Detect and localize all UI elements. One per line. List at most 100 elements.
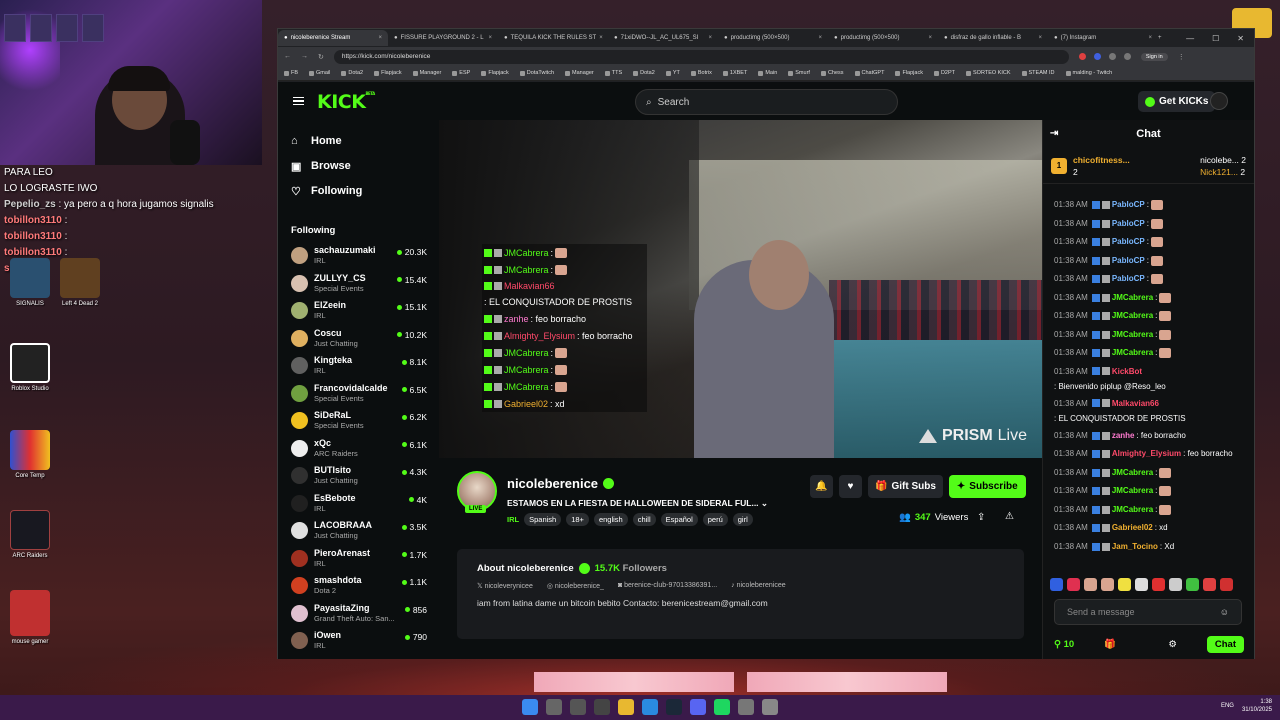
chevron-down-icon[interactable]: ⌄ bbox=[761, 498, 768, 508]
tab-close-icon[interactable]: × bbox=[928, 35, 932, 41]
stream-tag[interactable]: english bbox=[593, 513, 628, 526]
social-discord-link[interactable]: ◙ berenice-club-97013386391... bbox=[618, 582, 717, 590]
share-icon[interactable]: ⇪ bbox=[977, 512, 985, 523]
bookmark-item[interactable]: malding - Twitch bbox=[1065, 70, 1112, 76]
taskbar-app-icon[interactable] bbox=[594, 699, 610, 715]
tab-close-icon[interactable]: × bbox=[488, 35, 492, 41]
chat-username[interactable]: PabloCP bbox=[1112, 196, 1145, 215]
following-channel-item[interactable]: BUTIsito Just Chatting 4.3K bbox=[278, 462, 438, 490]
bookmark-item[interactable]: TTS bbox=[604, 70, 622, 76]
taskbar-folder-icon[interactable] bbox=[618, 699, 634, 715]
bookmark-item[interactable]: Manager bbox=[565, 70, 594, 76]
chat-username[interactable]: Almighty_Elysium bbox=[1112, 445, 1181, 464]
chat-username[interactable]: JMCabrera bbox=[1112, 289, 1153, 308]
stream-tag[interactable]: chill bbox=[632, 513, 656, 526]
back-icon[interactable]: ← bbox=[284, 53, 291, 60]
bookmark-item[interactable]: Flapjack bbox=[374, 70, 402, 76]
following-channel-item[interactable]: EsBebote IRL 4K bbox=[278, 490, 438, 518]
menu-icon[interactable]: ⋮ bbox=[1178, 53, 1185, 61]
desktop-icon-arc-raiders[interactable]: ARC Raiders bbox=[0, 510, 60, 559]
bookmark-item[interactable]: Flapjack bbox=[895, 70, 923, 76]
following-channel-item[interactable]: sachauzumaki IRL 20.3K bbox=[278, 242, 438, 270]
bookmark-item[interactable]: FB bbox=[284, 70, 298, 76]
chat-username[interactable]: PabloCP bbox=[1112, 233, 1145, 252]
tab-close-icon[interactable]: × bbox=[1148, 35, 1152, 41]
chat-username[interactable]: JMCabrera bbox=[1112, 464, 1153, 483]
bookmark-item[interactable]: D2PT bbox=[933, 70, 955, 76]
tab-close-icon[interactable]: × bbox=[378, 35, 382, 41]
taskbar-discord-icon[interactable] bbox=[690, 699, 706, 715]
taskbar-spotify-icon[interactable] bbox=[714, 699, 730, 715]
tab-close-icon[interactable]: × bbox=[818, 35, 822, 41]
chat-username[interactable]: KickBot bbox=[1112, 365, 1142, 378]
following-channel-item[interactable]: PayasitaZing Grand Theft Auto: San... 856 bbox=[278, 600, 438, 628]
nav-browse[interactable]: ▣ Browse bbox=[278, 153, 438, 178]
desktop-icon-left4dead2[interactable]: Left 4 Dead 2 bbox=[50, 258, 110, 307]
category-link[interactable]: IRL bbox=[507, 515, 519, 524]
tab-close-icon[interactable]: × bbox=[1038, 35, 1042, 41]
bookmark-item[interactable]: ChatGPT bbox=[854, 70, 884, 76]
notification-bell-button[interactable]: 🔔 bbox=[810, 475, 833, 498]
following-channel-item[interactable]: smashdota Dota 2 1.1K bbox=[278, 572, 438, 600]
chat-username[interactable]: zanhe bbox=[1112, 427, 1135, 446]
tab-close-icon[interactable]: × bbox=[599, 35, 603, 41]
taskbar-app-icon[interactable] bbox=[570, 699, 586, 715]
nav-home[interactable]: ⌂ Home bbox=[278, 128, 438, 153]
browser-tab[interactable]: ● nicoleberenice Stream × bbox=[278, 30, 388, 46]
bookmark-item[interactable]: Main bbox=[758, 70, 777, 76]
collapse-chat-icon[interactable]: ⇥ bbox=[1050, 128, 1058, 139]
chat-username[interactable]: JMCabrera bbox=[1112, 501, 1153, 520]
social-x-link[interactable]: 𝕏 nicoleverynicee bbox=[477, 582, 533, 590]
chat-username[interactable]: JMCabrera bbox=[1112, 307, 1153, 326]
following-channel-item[interactable]: Kingteka IRL 8.1K bbox=[278, 352, 438, 380]
search-input[interactable]: ⌕ Search bbox=[635, 89, 898, 115]
sign-in-button[interactable]: Sign in bbox=[1140, 52, 1168, 61]
chat-message-input[interactable]: Send a message ☺ bbox=[1054, 599, 1242, 625]
bookmark-item[interactable]: Dota2 bbox=[341, 70, 363, 76]
following-channel-item[interactable]: iOwen IRL 790 bbox=[278, 627, 438, 655]
chat-username[interactable]: Gabrieel02 bbox=[1112, 519, 1153, 538]
maximize-icon[interactable]: ☐ bbox=[1212, 34, 1219, 43]
reload-icon[interactable]: ↻ bbox=[318, 53, 324, 61]
settings-gear-icon[interactable]: ⚙ bbox=[1168, 639, 1177, 650]
browser-tab[interactable]: ● (7) Instagram × bbox=[1048, 30, 1158, 46]
streamer-name[interactable]: nicoleberenice bbox=[507, 476, 615, 491]
desktop-icon-mouse-gamer[interactable]: mouse gamer bbox=[0, 590, 60, 645]
browser-tab[interactable]: ● productimg (500×500) × bbox=[828, 30, 938, 46]
bookmark-item[interactable]: Flapjack bbox=[481, 70, 509, 76]
browser-tab[interactable]: ● productimg (500×500) × bbox=[718, 30, 828, 46]
taskbar-steam-icon[interactable] bbox=[666, 699, 682, 715]
stream-tag[interactable]: 18+ bbox=[566, 513, 589, 526]
language-indicator[interactable]: ENG bbox=[1221, 703, 1234, 709]
bookmark-item[interactable]: Chess bbox=[820, 70, 844, 76]
browser-tab[interactable]: ● TEQUILA KICK THE RULES ST × bbox=[498, 30, 608, 46]
follow-heart-button[interactable]: ♥ bbox=[839, 475, 862, 498]
chat-username[interactable]: Malkavian66 bbox=[1112, 397, 1159, 410]
browser-tab[interactable]: ● 71xiDWO--JL_AC_UL675_SI × bbox=[608, 30, 718, 46]
taskbar-edge-icon[interactable] bbox=[642, 699, 658, 715]
bookmark-item[interactable]: Botrix bbox=[690, 70, 712, 76]
taskbar-app-icon[interactable] bbox=[762, 699, 778, 715]
chat-username[interactable]: PabloCP bbox=[1112, 252, 1145, 271]
taskbar-app-icon[interactable] bbox=[738, 699, 754, 715]
info-panel[interactable] bbox=[534, 672, 734, 692]
chat-username[interactable]: JMCabrera bbox=[1112, 482, 1153, 501]
forward-icon[interactable]: → bbox=[301, 53, 308, 60]
new-tab-icon[interactable]: + bbox=[1158, 35, 1162, 41]
subscribe-button[interactable]: ✦ Subscribe bbox=[948, 475, 1026, 498]
bookmark-item[interactable]: Dota2 bbox=[633, 70, 655, 76]
following-channel-item[interactable]: ZULLYY_CS Special Events 15.4K bbox=[278, 270, 438, 298]
bookmark-item[interactable]: 1XBET bbox=[722, 70, 747, 76]
bookmark-item[interactable]: SORTEO KICK bbox=[966, 70, 1011, 76]
tab-close-icon[interactable]: × bbox=[708, 35, 712, 41]
following-channel-item[interactable]: Coscu Just Chatting 10.2K bbox=[278, 325, 438, 353]
info-panel[interactable] bbox=[747, 672, 947, 692]
hamburger-menu-icon[interactable] bbox=[293, 97, 304, 105]
nav-following[interactable]: ♡ Following bbox=[278, 178, 438, 203]
taskbar-search-icon[interactable] bbox=[546, 699, 562, 715]
chat-username[interactable]: PabloCP bbox=[1112, 215, 1145, 234]
gift-subs-button[interactable]: 🎁 Gift Subs bbox=[868, 475, 943, 498]
get-kicks-button[interactable]: Get KICKs bbox=[1138, 91, 1216, 112]
bookmark-item[interactable]: STEAM ID bbox=[1021, 70, 1055, 76]
bookmark-item[interactable]: ESP bbox=[452, 70, 470, 76]
